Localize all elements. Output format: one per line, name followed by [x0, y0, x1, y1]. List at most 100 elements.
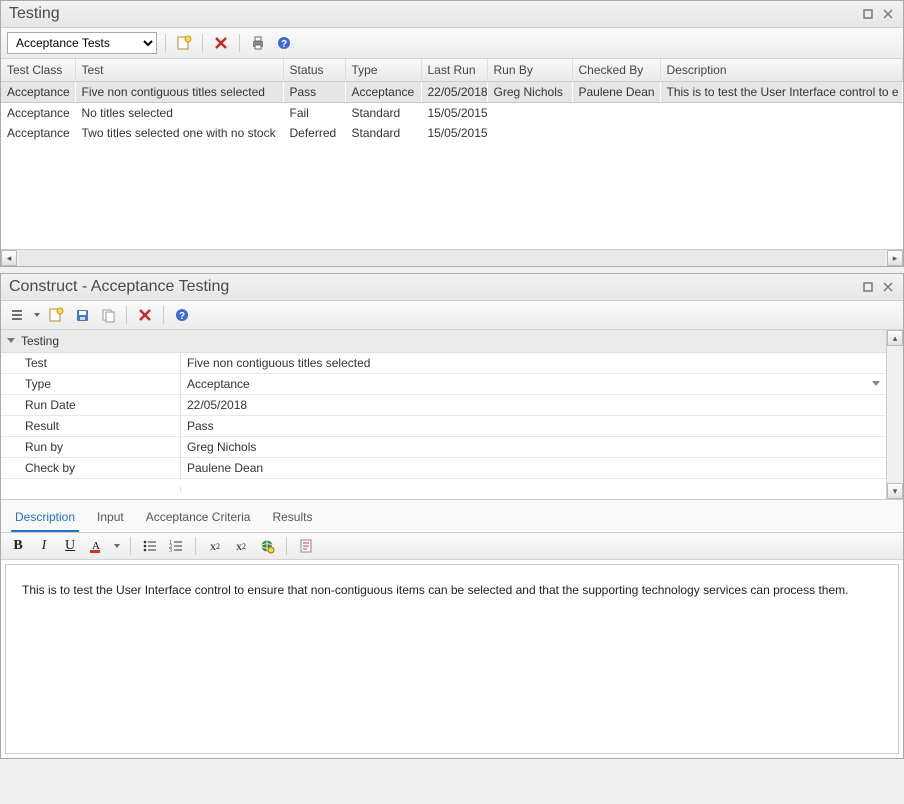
cell-description: This is to test the User Interface contr…	[660, 82, 903, 103]
svg-text:3: 3	[169, 548, 172, 554]
print-icon[interactable]	[248, 33, 268, 53]
col-status[interactable]: Status	[283, 59, 345, 82]
cell-test: No titles selected	[75, 103, 283, 124]
window-maximize-icon[interactable]	[861, 7, 875, 21]
bullet-list-button[interactable]	[141, 537, 159, 555]
italic-button[interactable]: I	[35, 537, 53, 555]
cell-checked-by: Paulene Dean	[572, 82, 660, 103]
prop-value-runby[interactable]: Greg Nichols	[181, 437, 886, 457]
rich-text-toolbar: B I U A 123 x2 x2	[1, 533, 903, 560]
prop-label-test: Test	[1, 353, 181, 373]
bold-button[interactable]: B	[9, 537, 27, 555]
menu-icon[interactable]	[7, 305, 27, 325]
cell-last-run: 22/05/2018	[421, 82, 487, 103]
scroll-down-icon[interactable]: ▾	[887, 483, 903, 499]
prop-row-checkby[interactable]: Check by Paulene Dean	[1, 458, 886, 479]
tab-acceptance-criteria[interactable]: Acceptance Criteria	[142, 506, 255, 532]
testing-panel: Testing Acceptance Tests ?	[0, 0, 904, 267]
window-maximize-icon[interactable]	[861, 280, 875, 294]
cell-description	[660, 123, 903, 143]
col-test[interactable]: Test	[75, 59, 283, 82]
table-row[interactable]: Acceptance Five non contiguous titles sel…	[1, 82, 903, 103]
copy-icon[interactable]	[98, 305, 118, 325]
toolbar-separator	[126, 306, 127, 324]
testing-title-bar: Testing	[1, 1, 903, 28]
table-row[interactable]: AcceptanceNo titles selectedFailStandard…	[1, 103, 903, 124]
cell-status: Pass	[283, 82, 345, 103]
col-description[interactable]: Description	[660, 59, 903, 82]
col-last-run[interactable]: Last Run	[421, 59, 487, 82]
testing-toolbar: Acceptance Tests ?	[1, 28, 903, 59]
window-close-icon[interactable]	[881, 7, 895, 21]
cell-run-by	[487, 103, 572, 124]
menu-dropdown-icon[interactable]	[33, 307, 40, 323]
toolbar-separator	[202, 34, 203, 52]
hyperlink-button[interactable]	[258, 537, 276, 555]
scroll-up-icon[interactable]: ▴	[887, 330, 903, 346]
construct-toolbar: ?	[1, 301, 903, 330]
scroll-thumb[interactable]	[19, 250, 885, 266]
prop-label-type: Type	[1, 374, 181, 394]
testing-title: Testing	[9, 5, 60, 23]
cell-run-by: Greg Nichols	[487, 82, 572, 103]
property-area: Testing Test Five non contiguous titles …	[1, 330, 903, 500]
test-filter-dropdown[interactable]: Acceptance Tests	[7, 32, 157, 54]
help-icon[interactable]: ?	[274, 33, 294, 53]
window-close-icon[interactable]	[881, 280, 895, 294]
toolbar-separator	[130, 537, 131, 555]
col-run-by[interactable]: Run By	[487, 59, 572, 82]
toolbar-separator	[239, 34, 240, 52]
help-icon[interactable]: ?	[172, 305, 192, 325]
prop-label-result: Result	[1, 416, 181, 436]
horizontal-scrollbar[interactable]: ◂ ▸	[1, 249, 903, 266]
col-checked-by[interactable]: Checked By	[572, 59, 660, 82]
prop-row-rundate[interactable]: Run Date 22/05/2018	[1, 395, 886, 416]
cell-last-run: 15/05/2015	[421, 123, 487, 143]
scroll-right-icon[interactable]: ▸	[887, 250, 903, 266]
font-color-button[interactable]: A	[87, 537, 105, 555]
grid-header-row: Test Class Test Status Type Last Run Run…	[1, 59, 903, 82]
prop-value-checkby[interactable]: Paulene Dean	[181, 458, 886, 478]
tab-input[interactable]: Input	[93, 506, 128, 532]
col-type[interactable]: Type	[345, 59, 421, 82]
cell-type: Acceptance	[345, 82, 421, 103]
prop-row-runby[interactable]: Run by Greg Nichols	[1, 437, 886, 458]
testing-grid: Test Class Test Status Type Last Run Run…	[1, 59, 903, 249]
delete-icon[interactable]	[211, 33, 231, 53]
tab-description[interactable]: Description	[11, 506, 79, 532]
vertical-scrollbar[interactable]: ▴ ▾	[886, 330, 903, 499]
toolbar-separator	[163, 306, 164, 324]
prop-value-type[interactable]: Acceptance	[181, 374, 886, 394]
prop-row-result[interactable]: Result Pass	[1, 416, 886, 437]
table-row[interactable]: AcceptanceTwo titles selected one with n…	[1, 123, 903, 143]
property-group-testing[interactable]: Testing	[1, 330, 886, 353]
prop-value-test[interactable]: Five non contiguous titles selected	[181, 353, 886, 373]
save-icon[interactable]	[72, 305, 92, 325]
prop-row-empty	[1, 479, 886, 499]
font-color-dropdown-icon[interactable]	[113, 538, 120, 554]
property-grid: Testing Test Five non contiguous titles …	[1, 330, 886, 499]
insert-note-button[interactable]	[297, 537, 315, 555]
prop-row-type[interactable]: Type Acceptance	[1, 374, 886, 395]
prop-label-rundate: Run Date	[1, 395, 181, 415]
new-item-icon[interactable]	[174, 33, 194, 53]
subscript-button[interactable]: x2	[232, 537, 250, 555]
prop-row-test[interactable]: Test Five non contiguous titles selected	[1, 353, 886, 374]
numbered-list-button[interactable]: 123	[167, 537, 185, 555]
description-editor[interactable]: This is to test the User Interface contr…	[5, 564, 899, 754]
new-item-icon[interactable]	[46, 305, 66, 325]
superscript-button[interactable]: x2	[206, 537, 224, 555]
cell-test-class: Acceptance	[1, 123, 75, 143]
underline-button[interactable]: U	[61, 537, 79, 555]
cell-test-class: Acceptance	[1, 103, 75, 124]
cell-test: Five non contiguous titles selected	[75, 82, 283, 103]
delete-icon[interactable]	[135, 305, 155, 325]
prop-label-checkby: Check by	[1, 458, 181, 478]
scroll-left-icon[interactable]: ◂	[1, 250, 17, 266]
tab-results[interactable]: Results	[268, 506, 316, 532]
prop-value-result[interactable]: Pass	[181, 416, 886, 436]
toolbar-separator	[286, 537, 287, 555]
col-test-class[interactable]: Test Class	[1, 59, 75, 82]
toolbar-separator	[195, 537, 196, 555]
prop-value-rundate[interactable]: 22/05/2018	[181, 395, 886, 415]
